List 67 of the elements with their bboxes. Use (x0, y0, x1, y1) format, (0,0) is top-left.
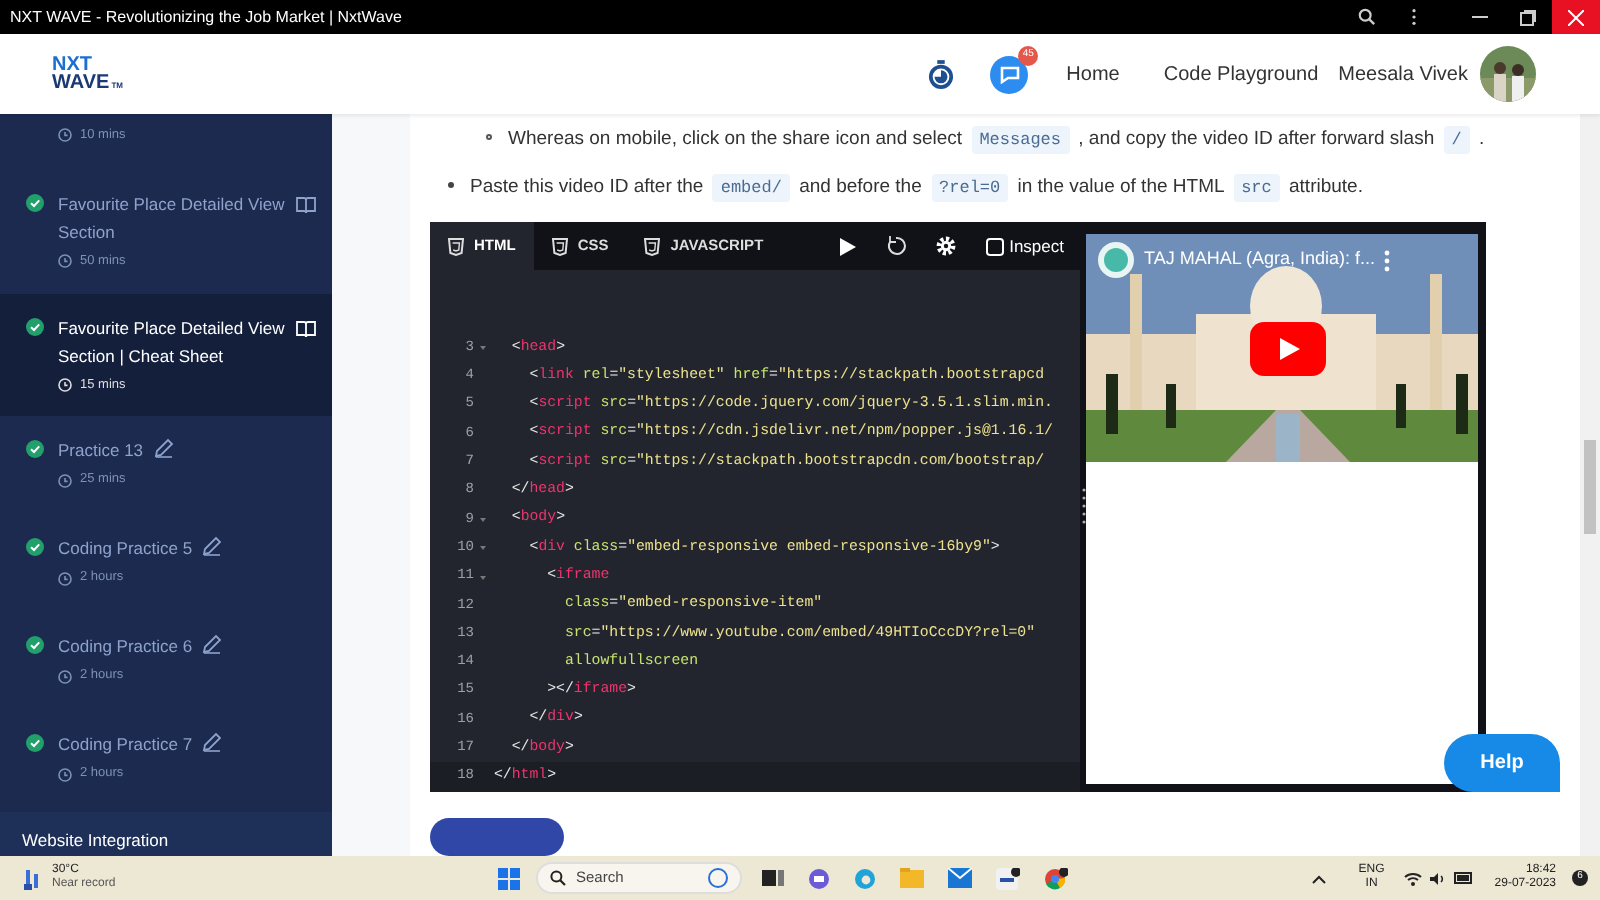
reset-icon[interactable] (885, 236, 906, 256)
fold-icon[interactable] (479, 546, 485, 551)
resize-handle[interactable] (1081, 488, 1085, 525)
speaker-icon[interactable] (1430, 871, 1447, 885)
user-name[interactable]: Meesala Vivek (1338, 59, 1468, 89)
lesson-title[interactable]: Practice 13 (58, 436, 144, 465)
lesson-title[interactable]: Coding Practice 7 (58, 730, 193, 759)
help-button[interactable]: Help (1444, 734, 1560, 792)
file-icon (448, 237, 464, 255)
mail-icon[interactable] (948, 868, 972, 888)
clock-icon (58, 571, 72, 586)
next-button[interactable] (430, 817, 564, 856)
check-icon (26, 636, 44, 655)
fold-icon[interactable] (479, 517, 485, 522)
paragraph: Paste this video ID after the embed/ and before the ?rel=0 in the value of the HTML src attribute. (470, 172, 1365, 204)
chat-icon (999, 65, 1020, 83)
checkbox[interactable] (985, 237, 1004, 255)
check-icon (26, 538, 44, 557)
search-icon (550, 870, 566, 886)
lesson-title[interactable]: Coding Practice 5 (58, 534, 193, 563)
chevron-up-icon[interactable] (1312, 873, 1327, 883)
pencil-icon[interactable] (202, 732, 223, 753)
check-icon (26, 734, 44, 753)
close-icon (1568, 9, 1584, 25)
restore-icon (1520, 9, 1536, 25)
fold-icon[interactable] (479, 575, 485, 580)
clock-icon (58, 128, 72, 143)
app-icon[interactable] (996, 867, 1020, 889)
battery-icon[interactable] (1454, 872, 1475, 884)
check-icon (26, 440, 44, 459)
channel-avatar[interactable] (1098, 242, 1134, 278)
lesson-title[interactable]: Coding Practice 6 (58, 632, 193, 661)
pencil-icon[interactable] (153, 438, 174, 459)
task-view-icon[interactable] (762, 868, 784, 888)
play-button[interactable] (1250, 322, 1326, 376)
chat-icon[interactable] (808, 867, 830, 889)
zoom-icon[interactable] (1358, 8, 1376, 26)
paragraph: Whereas on mobile, click on the share icon and select Messages , and copy the video ID after forward slash / . (508, 124, 1487, 156)
clock-icon (58, 767, 72, 782)
lesson-title[interactable]: Favourite Place Detailed View Section (58, 189, 294, 246)
fold-icon[interactable] (479, 346, 485, 351)
check-icon (26, 193, 44, 212)
window-title: NXT WAVE - Revolutionizing the Job Market | NxtWave (8, 5, 404, 29)
timer-icon[interactable] (928, 59, 955, 89)
clock-icon (58, 377, 72, 392)
scrollbar-thumb[interactable] (1584, 440, 1596, 534)
clock-icon (58, 473, 72, 488)
pencil-icon[interactable] (202, 634, 223, 655)
lesson-title[interactable]: Favourite Place Detailed View Section | Cheat Sheet (58, 313, 294, 369)
weather-icon[interactable] (24, 867, 42, 889)
play-icon[interactable] (839, 237, 856, 255)
clock-icon (58, 669, 72, 684)
start-icon[interactable] (498, 867, 520, 889)
inspect-toggle[interactable]: Inspect (985, 233, 1064, 259)
pencil-icon[interactable] (202, 536, 223, 557)
minimize-icon (1472, 15, 1488, 19)
nav-link[interactable]: Home (1066, 59, 1120, 89)
chat-button[interactable] (990, 55, 1029, 93)
chrome-icon[interactable] (1044, 867, 1068, 889)
file-icon (644, 237, 661, 255)
file-icon (551, 237, 568, 255)
check-icon (26, 317, 44, 335)
clock-icon (58, 254, 72, 269)
settings-icon[interactable] (935, 236, 956, 256)
nav-link[interactable]: Code Playground (1163, 59, 1319, 89)
close-button[interactable] (1552, 0, 1600, 34)
wifi-icon[interactable] (1404, 871, 1423, 885)
